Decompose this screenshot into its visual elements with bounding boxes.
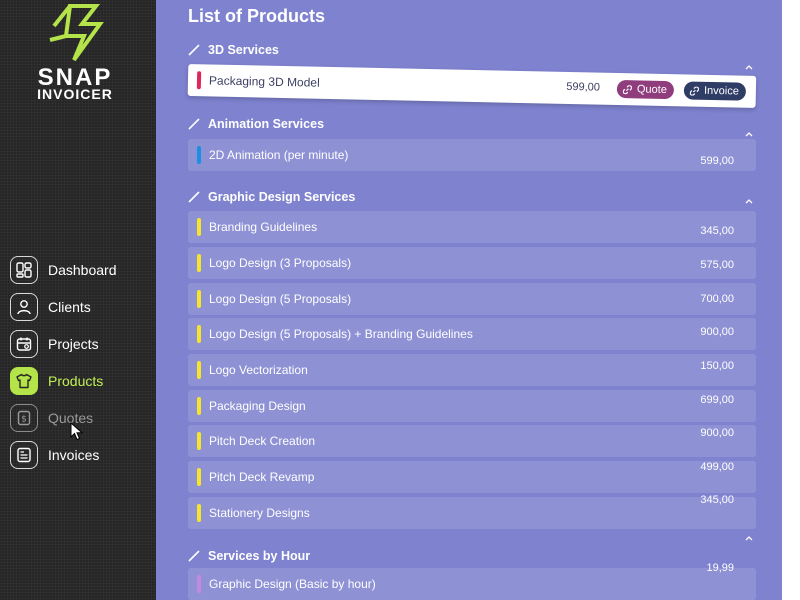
- pen-icon: [188, 191, 200, 203]
- pen-icon: [188, 44, 200, 56]
- product-price: 345,00: [700, 225, 734, 237]
- product-name: Logo Design (5 Proposals): [209, 292, 352, 306]
- category-color-bar: [197, 504, 201, 522]
- category-color-bar: [197, 361, 201, 379]
- product-name: Logo Design (3 Proposals): [209, 256, 352, 270]
- sidebar-item-label: Products: [48, 373, 104, 389]
- section-title: 3D Services: [208, 43, 279, 57]
- section-header-3d-services[interactable]: 3D Services: [188, 41, 279, 59]
- section-title: Graphic Design Services: [208, 190, 356, 204]
- product-row[interactable]: 2D Animation (per minute) 599,00: [188, 139, 756, 171]
- product-row[interactable]: Packaging Design 699,00: [188, 390, 756, 422]
- invoice-icon: [10, 441, 38, 469]
- product-row[interactable]: Pitch Deck Revamp 499,00: [188, 461, 756, 493]
- product-price: 900,00: [700, 427, 734, 439]
- sidebar-item-projects[interactable]: Projects: [10, 330, 150, 358]
- chevron-up-icon[interactable]: [744, 129, 754, 139]
- sidebar-item-products[interactable]: Products: [10, 367, 150, 395]
- product-name: Packaging 3D Model: [208, 73, 320, 90]
- dollar-doc-icon: $: [10, 404, 38, 432]
- product-row[interactable]: Graphic Design (Basic by hour) 19,99: [188, 562, 756, 600]
- sidebar: SNAP INVOICER Dashboard Clients Projects: [0, 0, 156, 600]
- product-row[interactable]: Logo Design (3 Proposals) 575,00: [188, 247, 756, 279]
- category-color-bar: [196, 71, 202, 90]
- pen-icon: [188, 550, 200, 562]
- pen-icon: [188, 118, 200, 130]
- sidebar-item-label: Dashboard: [48, 262, 117, 278]
- sidebar-nav: Dashboard Clients Projects Products $ Qu…: [10, 256, 150, 478]
- sidebar-item-label: Projects: [48, 336, 99, 352]
- category-color-bar: [197, 432, 201, 450]
- link-icon: [689, 86, 700, 96]
- category-color-bar: [197, 218, 201, 236]
- invoice-button-label: Invoice: [703, 84, 740, 98]
- product-price: 575,00: [700, 259, 734, 271]
- category-color-bar: [197, 575, 201, 593]
- product-price: 700,00: [700, 293, 734, 305]
- sidebar-item-clients[interactable]: Clients: [10, 293, 150, 321]
- product-row[interactable]: Logo Design (5 Proposals) + Branding Gui…: [188, 318, 756, 350]
- product-row[interactable]: Logo Design (5 Proposals) 700,00: [188, 283, 756, 315]
- category-color-bar: [197, 325, 201, 343]
- product-price: 699,00: [700, 394, 734, 406]
- brand-logo[interactable]: SNAP INVOICER: [30, 4, 120, 102]
- chevron-up-icon[interactable]: [744, 533, 754, 543]
- product-price: 345,00: [700, 494, 734, 506]
- section-header-graphic-design-services[interactable]: Graphic Design Services: [188, 188, 355, 206]
- section-header-services-by-hour[interactable]: Services by Hour: [188, 547, 310, 565]
- quote-button-label: Quote: [636, 83, 668, 97]
- product-name: Branding Guidelines: [209, 220, 318, 234]
- dashboard-icon: [10, 256, 38, 284]
- sidebar-item-label: Invoices: [48, 447, 100, 463]
- mouse-cursor-icon: [70, 422, 84, 441]
- product-name: Pitch Deck Revamp: [209, 470, 315, 484]
- user-icon: [10, 293, 38, 321]
- category-color-bar: [197, 468, 201, 486]
- product-name: Logo Vectorization: [209, 363, 308, 377]
- invoice-button[interactable]: Invoice: [683, 81, 747, 101]
- page-title: List of Products: [188, 6, 326, 26]
- product-name: 2D Animation (per minute): [209, 148, 349, 162]
- section-title: Animation Services: [208, 117, 325, 131]
- product-price: 150,00: [700, 360, 734, 372]
- projects-icon: [10, 330, 38, 358]
- category-color-bar: [197, 290, 201, 308]
- page-margin: [782, 0, 800, 600]
- category-color-bar: [197, 146, 201, 164]
- svg-text:$: $: [21, 415, 27, 425]
- product-row[interactable]: Logo Vectorization 150,00: [188, 354, 756, 386]
- product-row[interactable]: Stationery Designs 345,00: [188, 494, 756, 529]
- product-name: Packaging Design: [209, 399, 306, 413]
- snap-logo-icon: [49, 4, 104, 62]
- brand-name-line2: INVOICER: [37, 86, 113, 102]
- product-row[interactable]: Branding Guidelines 345,00: [188, 211, 756, 243]
- product-row[interactable]: Packaging 3D Model 599,00 Quote Invoice: [187, 64, 757, 108]
- category-color-bar: [197, 254, 201, 272]
- sidebar-item-dashboard[interactable]: Dashboard: [10, 256, 150, 284]
- quote-button[interactable]: Quote: [616, 79, 675, 100]
- product-name: Logo Design (5 Proposals) + Branding Gui…: [209, 327, 473, 341]
- section-title: Services by Hour: [208, 549, 311, 563]
- product-name: Graphic Design (Basic by hour): [209, 577, 376, 591]
- product-row[interactable]: Pitch Deck Creation 900,00: [188, 425, 756, 457]
- section-header-animation-services[interactable]: Animation Services: [188, 115, 324, 133]
- category-color-bar: [197, 397, 201, 415]
- product-price: 19,99: [706, 562, 734, 574]
- sidebar-item-label: Clients: [48, 299, 91, 315]
- chevron-up-icon[interactable]: [744, 62, 754, 72]
- link-icon: [622, 84, 633, 94]
- product-price: 599,00: [566, 80, 601, 94]
- product-price: 499,00: [700, 461, 734, 473]
- product-price: 599,00: [700, 155, 734, 167]
- product-name: Stationery Designs: [209, 506, 310, 520]
- tshirt-icon: [10, 367, 38, 395]
- sidebar-item-invoices[interactable]: Invoices: [10, 441, 150, 469]
- product-price: 900,00: [700, 326, 734, 338]
- product-name: Pitch Deck Creation: [209, 434, 316, 448]
- chevron-up-icon[interactable]: [744, 196, 754, 206]
- products-panel: List of Products 3D Services Packaging 3…: [156, 0, 782, 600]
